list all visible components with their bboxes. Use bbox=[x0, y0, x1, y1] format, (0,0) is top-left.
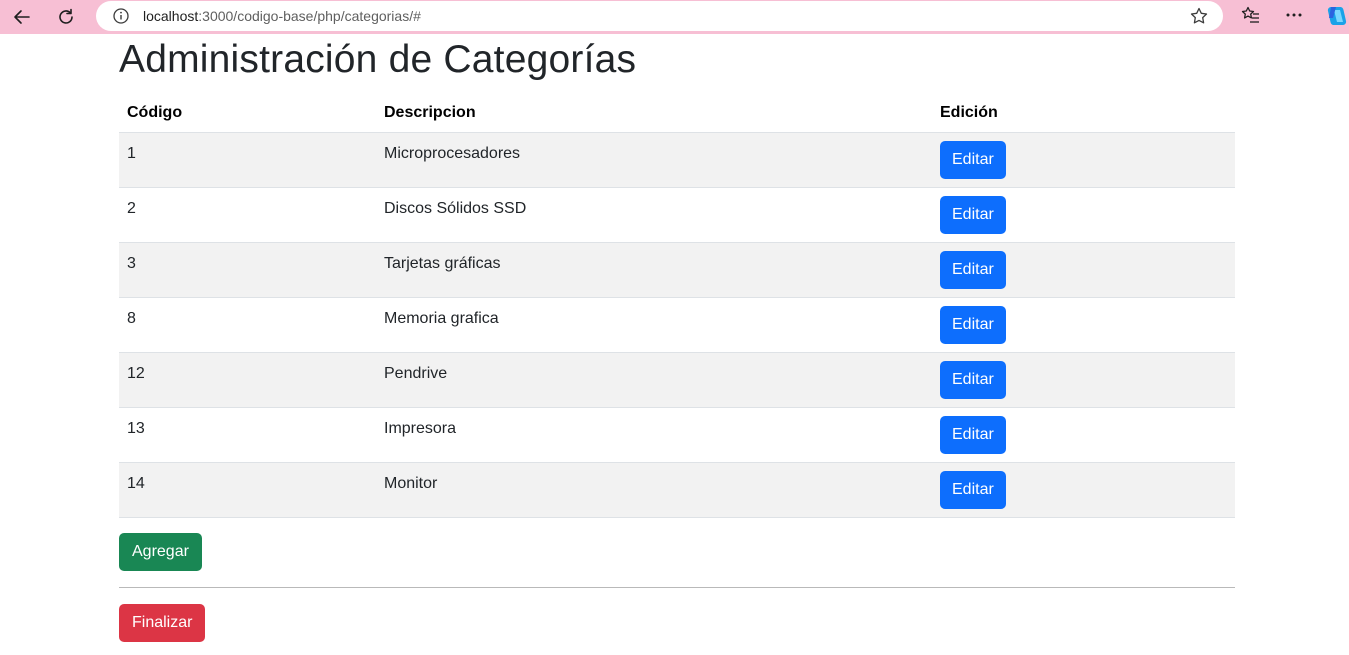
table-row: 12 Pendrive Editar bbox=[119, 352, 1235, 408]
cell-description: Impresora bbox=[376, 407, 932, 463]
address-bar[interactable]: localhost:3000/codigo-base/php/categoria… bbox=[96, 1, 1223, 31]
cell-description: Discos Sólidos SSD bbox=[376, 187, 932, 243]
cell-edit: Editar bbox=[932, 462, 1235, 518]
cell-edit: Editar bbox=[932, 352, 1235, 408]
cell-code: 14 bbox=[119, 462, 376, 518]
table-row: 13 Impresora Editar bbox=[119, 407, 1235, 463]
finish-button[interactable]: Finalizar bbox=[119, 604, 206, 642]
cell-description: Tarjetas gráficas bbox=[376, 242, 932, 298]
back-arrow-icon bbox=[14, 10, 30, 24]
info-icon[interactable] bbox=[112, 7, 130, 25]
cell-code: 2 bbox=[119, 187, 376, 243]
more-options-icon[interactable] bbox=[1283, 4, 1305, 26]
table-row: 3 Tarjetas gráficas Editar bbox=[119, 242, 1235, 298]
favorite-star-icon[interactable] bbox=[1189, 6, 1209, 26]
divider bbox=[119, 587, 1235, 588]
page-title: Administración de Categorías bbox=[119, 38, 637, 81]
cell-code: 8 bbox=[119, 297, 376, 353]
cell-code: 1 bbox=[119, 132, 376, 188]
header-edicion: Edición bbox=[932, 94, 1235, 133]
edit-button[interactable]: Editar bbox=[940, 360, 1006, 399]
cell-description: Memoria grafica bbox=[376, 297, 932, 353]
cell-edit: Editar bbox=[932, 297, 1235, 353]
back-button[interactable] bbox=[8, 3, 36, 31]
cell-edit: Editar bbox=[932, 132, 1235, 188]
cell-code: 3 bbox=[119, 242, 376, 298]
cell-edit: Editar bbox=[932, 187, 1235, 243]
categories-table: Código Descripcion Edición 1 Microproces… bbox=[119, 94, 1235, 518]
reload-button[interactable] bbox=[52, 3, 80, 31]
header-codigo: Código bbox=[119, 94, 376, 133]
browser-toolbar: localhost:3000/codigo-base/php/categoria… bbox=[0, 0, 1349, 34]
cell-code: 13 bbox=[119, 407, 376, 463]
edit-button[interactable]: Editar bbox=[940, 140, 1006, 179]
table-row: 14 Monitor Editar bbox=[119, 462, 1235, 518]
cell-edit: Editar bbox=[932, 242, 1235, 298]
edit-button[interactable]: Editar bbox=[940, 195, 1006, 234]
edit-button[interactable]: Editar bbox=[940, 470, 1006, 509]
copilot-icon[interactable] bbox=[1325, 4, 1349, 28]
table-row: 1 Microprocesadores Editar bbox=[119, 132, 1235, 188]
table-row: 2 Discos Sólidos SSD Editar bbox=[119, 187, 1235, 243]
cell-description: Microprocesadores bbox=[376, 132, 932, 188]
cell-code: 12 bbox=[119, 352, 376, 408]
cell-description: Pendrive bbox=[376, 352, 932, 408]
add-button[interactable]: Agregar bbox=[119, 533, 202, 571]
edit-button[interactable]: Editar bbox=[940, 250, 1006, 289]
edit-button[interactable]: Editar bbox=[940, 415, 1006, 454]
edit-button[interactable]: Editar bbox=[940, 305, 1006, 344]
cell-edit: Editar bbox=[932, 407, 1235, 463]
url-host: localhost bbox=[143, 8, 199, 24]
url-text[interactable]: localhost:3000/codigo-base/php/categoria… bbox=[143, 8, 421, 24]
cell-description: Monitor bbox=[376, 462, 932, 518]
table-row: 8 Memoria grafica Editar bbox=[119, 297, 1235, 353]
reload-icon bbox=[59, 8, 73, 24]
favorites-icon[interactable] bbox=[1240, 4, 1262, 26]
table-header-row: Código Descripcion Edición bbox=[119, 94, 1235, 133]
url-path: :3000/codigo-base/php/categorias/# bbox=[198, 8, 421, 24]
header-descripcion: Descripcion bbox=[376, 94, 932, 133]
